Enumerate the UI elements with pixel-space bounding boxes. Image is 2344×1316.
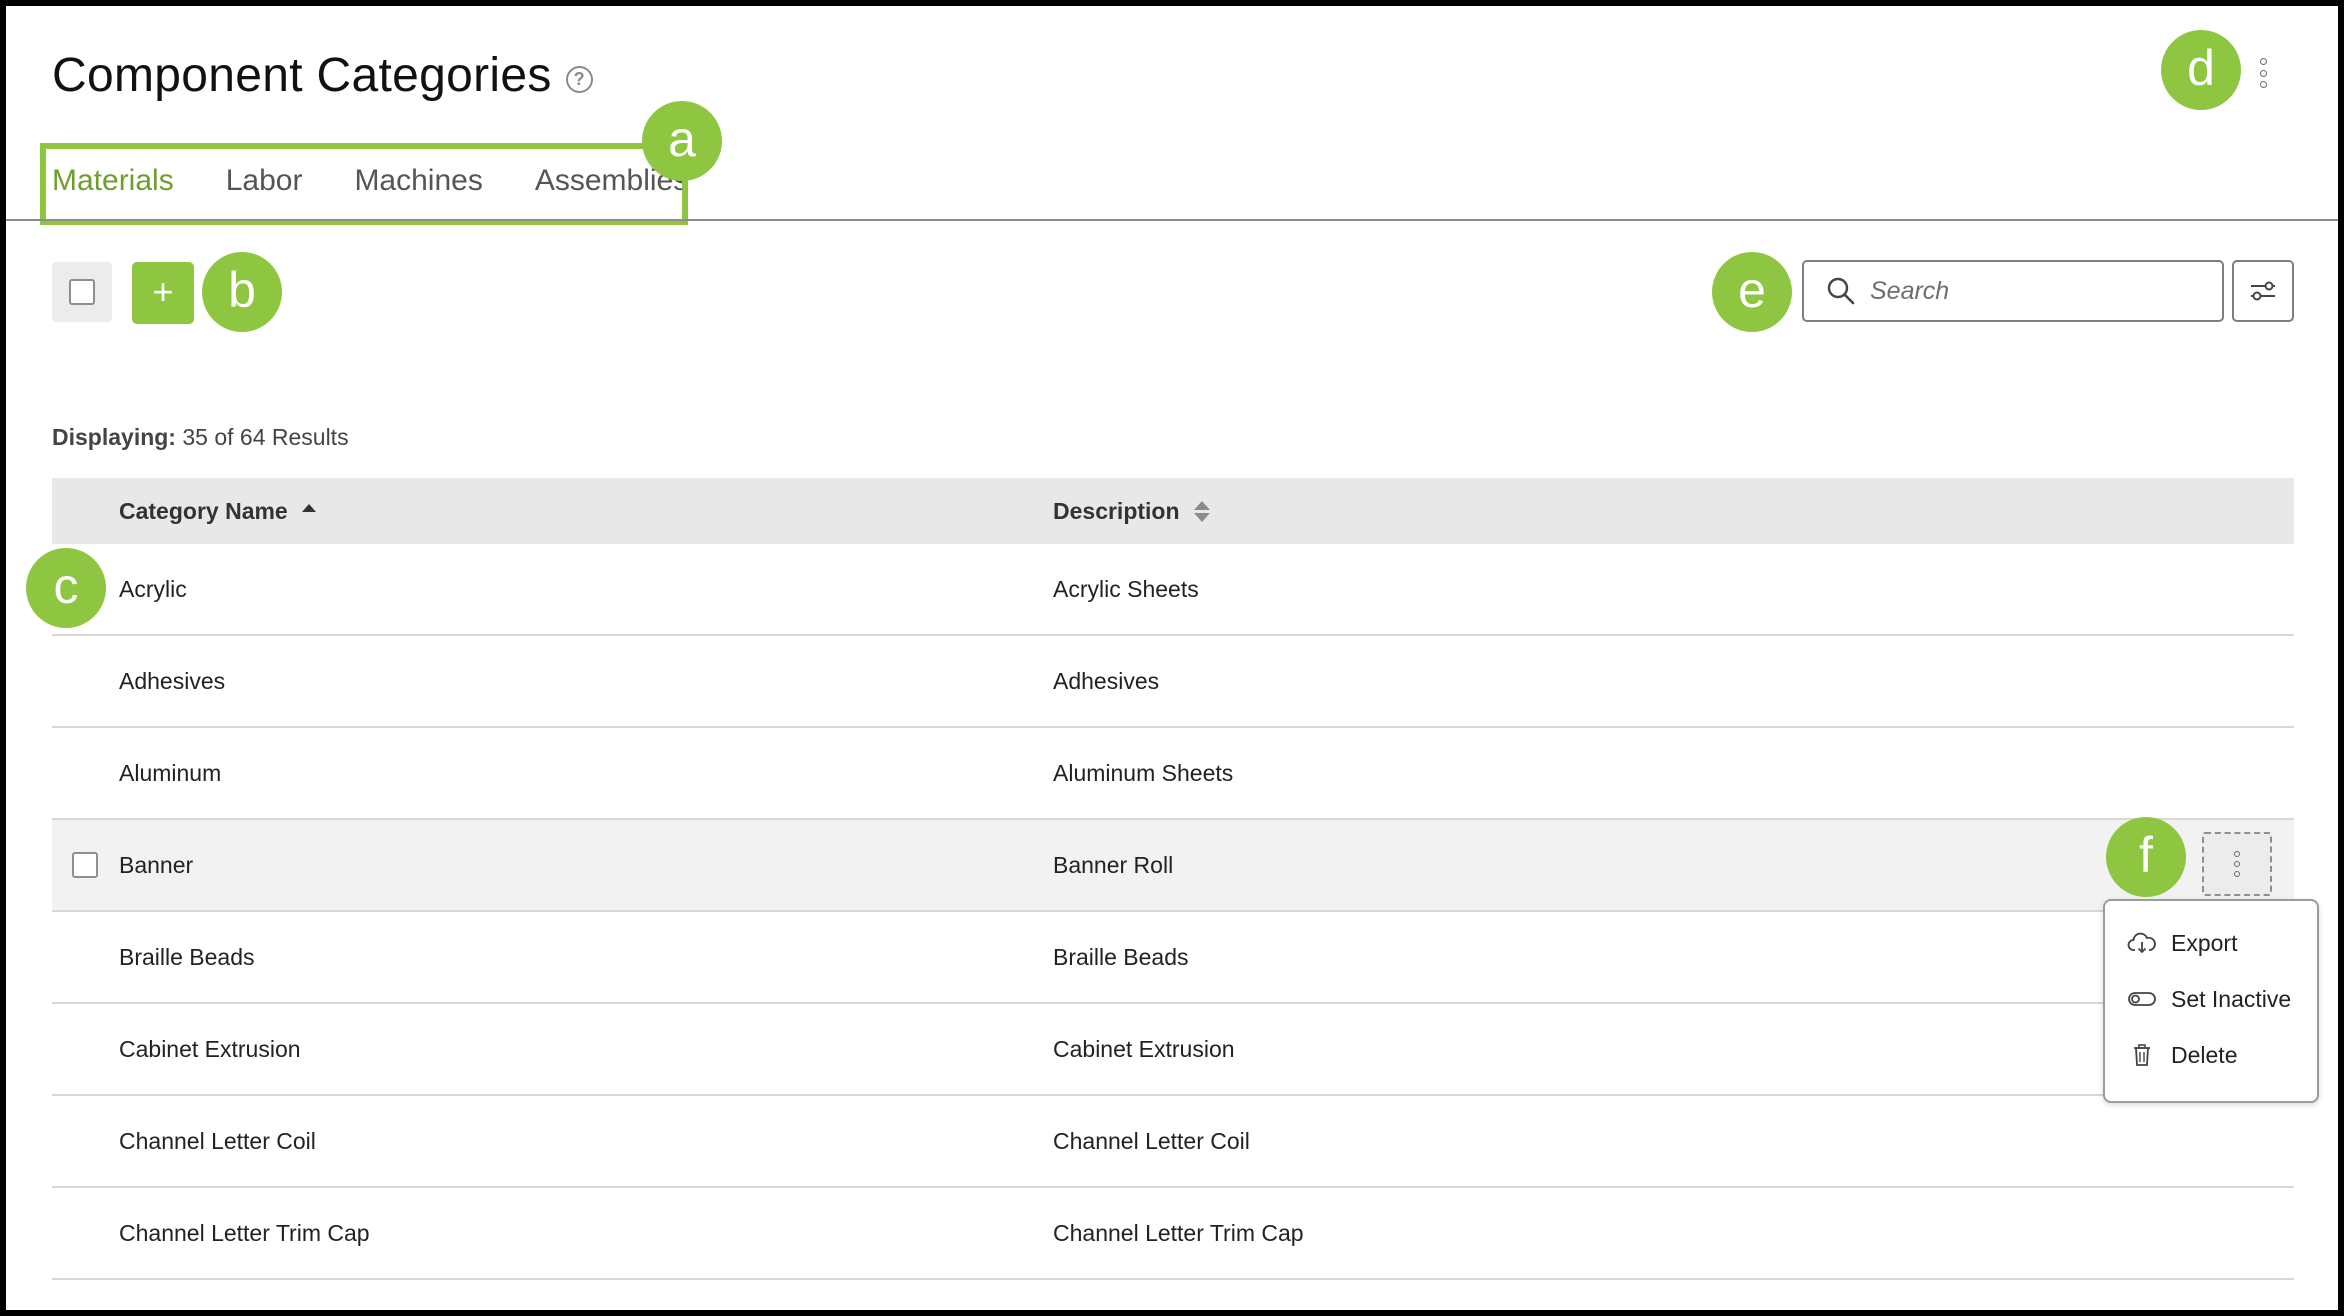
row-checkbox[interactable] (72, 852, 98, 878)
page-title: Component Categories (52, 49, 552, 102)
description-cell: Channel Letter Trim Cap (1053, 1219, 1304, 1246)
table-row[interactable]: Acrylic Acrylic Sheets (52, 544, 2294, 636)
callout-marker-a: a (642, 101, 722, 181)
column-header-category-name[interactable]: Category Name (119, 498, 316, 525)
table-row[interactable]: Channel Letter Coil Channel Letter Coil (52, 1096, 2294, 1188)
search-box (1802, 260, 2224, 322)
header-divider (6, 219, 2338, 221)
table-row-hovered[interactable]: Banner Banner Roll (52, 820, 2294, 912)
toggle-off-icon (2128, 992, 2156, 1006)
add-category-button[interactable]: + (132, 262, 194, 324)
cloud-download-icon (2127, 932, 2156, 954)
filter-sliders-icon (2251, 281, 2275, 301)
trash-icon (2134, 1044, 2150, 1066)
callout-marker-c: c (26, 548, 106, 628)
question-circle-icon[interactable]: ? (565, 66, 593, 93)
app-window: Component Categories ? Materials Labor M… (6, 6, 2338, 1310)
table-row[interactable]: Adhesives Adhesives (52, 636, 2294, 728)
callout-marker-e: e (1712, 252, 1792, 332)
search-input[interactable] (1870, 276, 2200, 306)
tabs-highlight-box (40, 143, 688, 225)
menu-item-export[interactable]: Export (2105, 915, 2317, 971)
table-row[interactable]: Aluminum Aluminum Sheets (52, 728, 2294, 820)
category-name-cell: Acrylic (119, 575, 187, 602)
callout-marker-d: d (2161, 30, 2241, 110)
table-header: Category Name Description (52, 478, 2294, 544)
menu-item-delete[interactable]: Delete (2105, 1027, 2317, 1083)
description-cell: Channel Letter Coil (1053, 1127, 1250, 1154)
callout-marker-b: b (202, 252, 282, 332)
description-cell: Banner Roll (1053, 851, 1174, 878)
search-icon (1827, 277, 1855, 305)
sort-ascending-icon (301, 504, 316, 512)
menu-item-set-inactive[interactable]: Set Inactive (2105, 971, 2317, 1027)
category-name-cell: Cabinet Extrusion (119, 1035, 301, 1062)
column-header-description[interactable]: Description (1053, 498, 1210, 525)
callout-marker-f: f (2106, 817, 2186, 897)
results-summary: 35 of 64 Results (182, 424, 349, 450)
select-all-checkbox[interactable] (52, 262, 112, 322)
description-cell: Acrylic Sheets (1053, 575, 1199, 602)
category-name-cell: Channel Letter Trim Cap (119, 1219, 370, 1246)
results-count: Displaying: 35 of 64 Results (52, 424, 349, 451)
category-name-cell: Channel Letter Coil (119, 1127, 316, 1154)
category-name-cell: Banner (119, 851, 194, 878)
table-row[interactable]: Cabinet Extrusion Cabinet Extrusion (52, 1004, 2294, 1096)
checkbox-box (69, 279, 95, 305)
category-name-cell: Braille Beads (119, 943, 255, 970)
description-cell: Cabinet Extrusion (1053, 1035, 1235, 1062)
category-name-cell: Adhesives (119, 667, 226, 694)
description-cell: Adhesives (1053, 667, 1160, 694)
category-name-cell: Aluminum (119, 759, 222, 786)
row-actions-menu: Export Set Inactive Delete (2103, 899, 2319, 1103)
results-label: Displaying: (52, 424, 176, 450)
table-row[interactable]: Channel Letter Trim Cap Channel Letter T… (52, 1188, 2294, 1280)
description-cell: Braille Beads (1053, 943, 1189, 970)
page-more-options-icon[interactable] (2256, 58, 2270, 88)
sort-icon (1193, 500, 1210, 522)
description-cell: Aluminum Sheets (1053, 759, 1234, 786)
categories-table: Category Name Description Acrylic Acryli… (52, 478, 2294, 1280)
row-actions-button[interactable] (2202, 832, 2272, 896)
filter-button[interactable] (2232, 260, 2294, 322)
title-row: Component Categories ? (52, 48, 593, 103)
table-row[interactable]: Braille Beads Braille Beads (52, 912, 2294, 1004)
